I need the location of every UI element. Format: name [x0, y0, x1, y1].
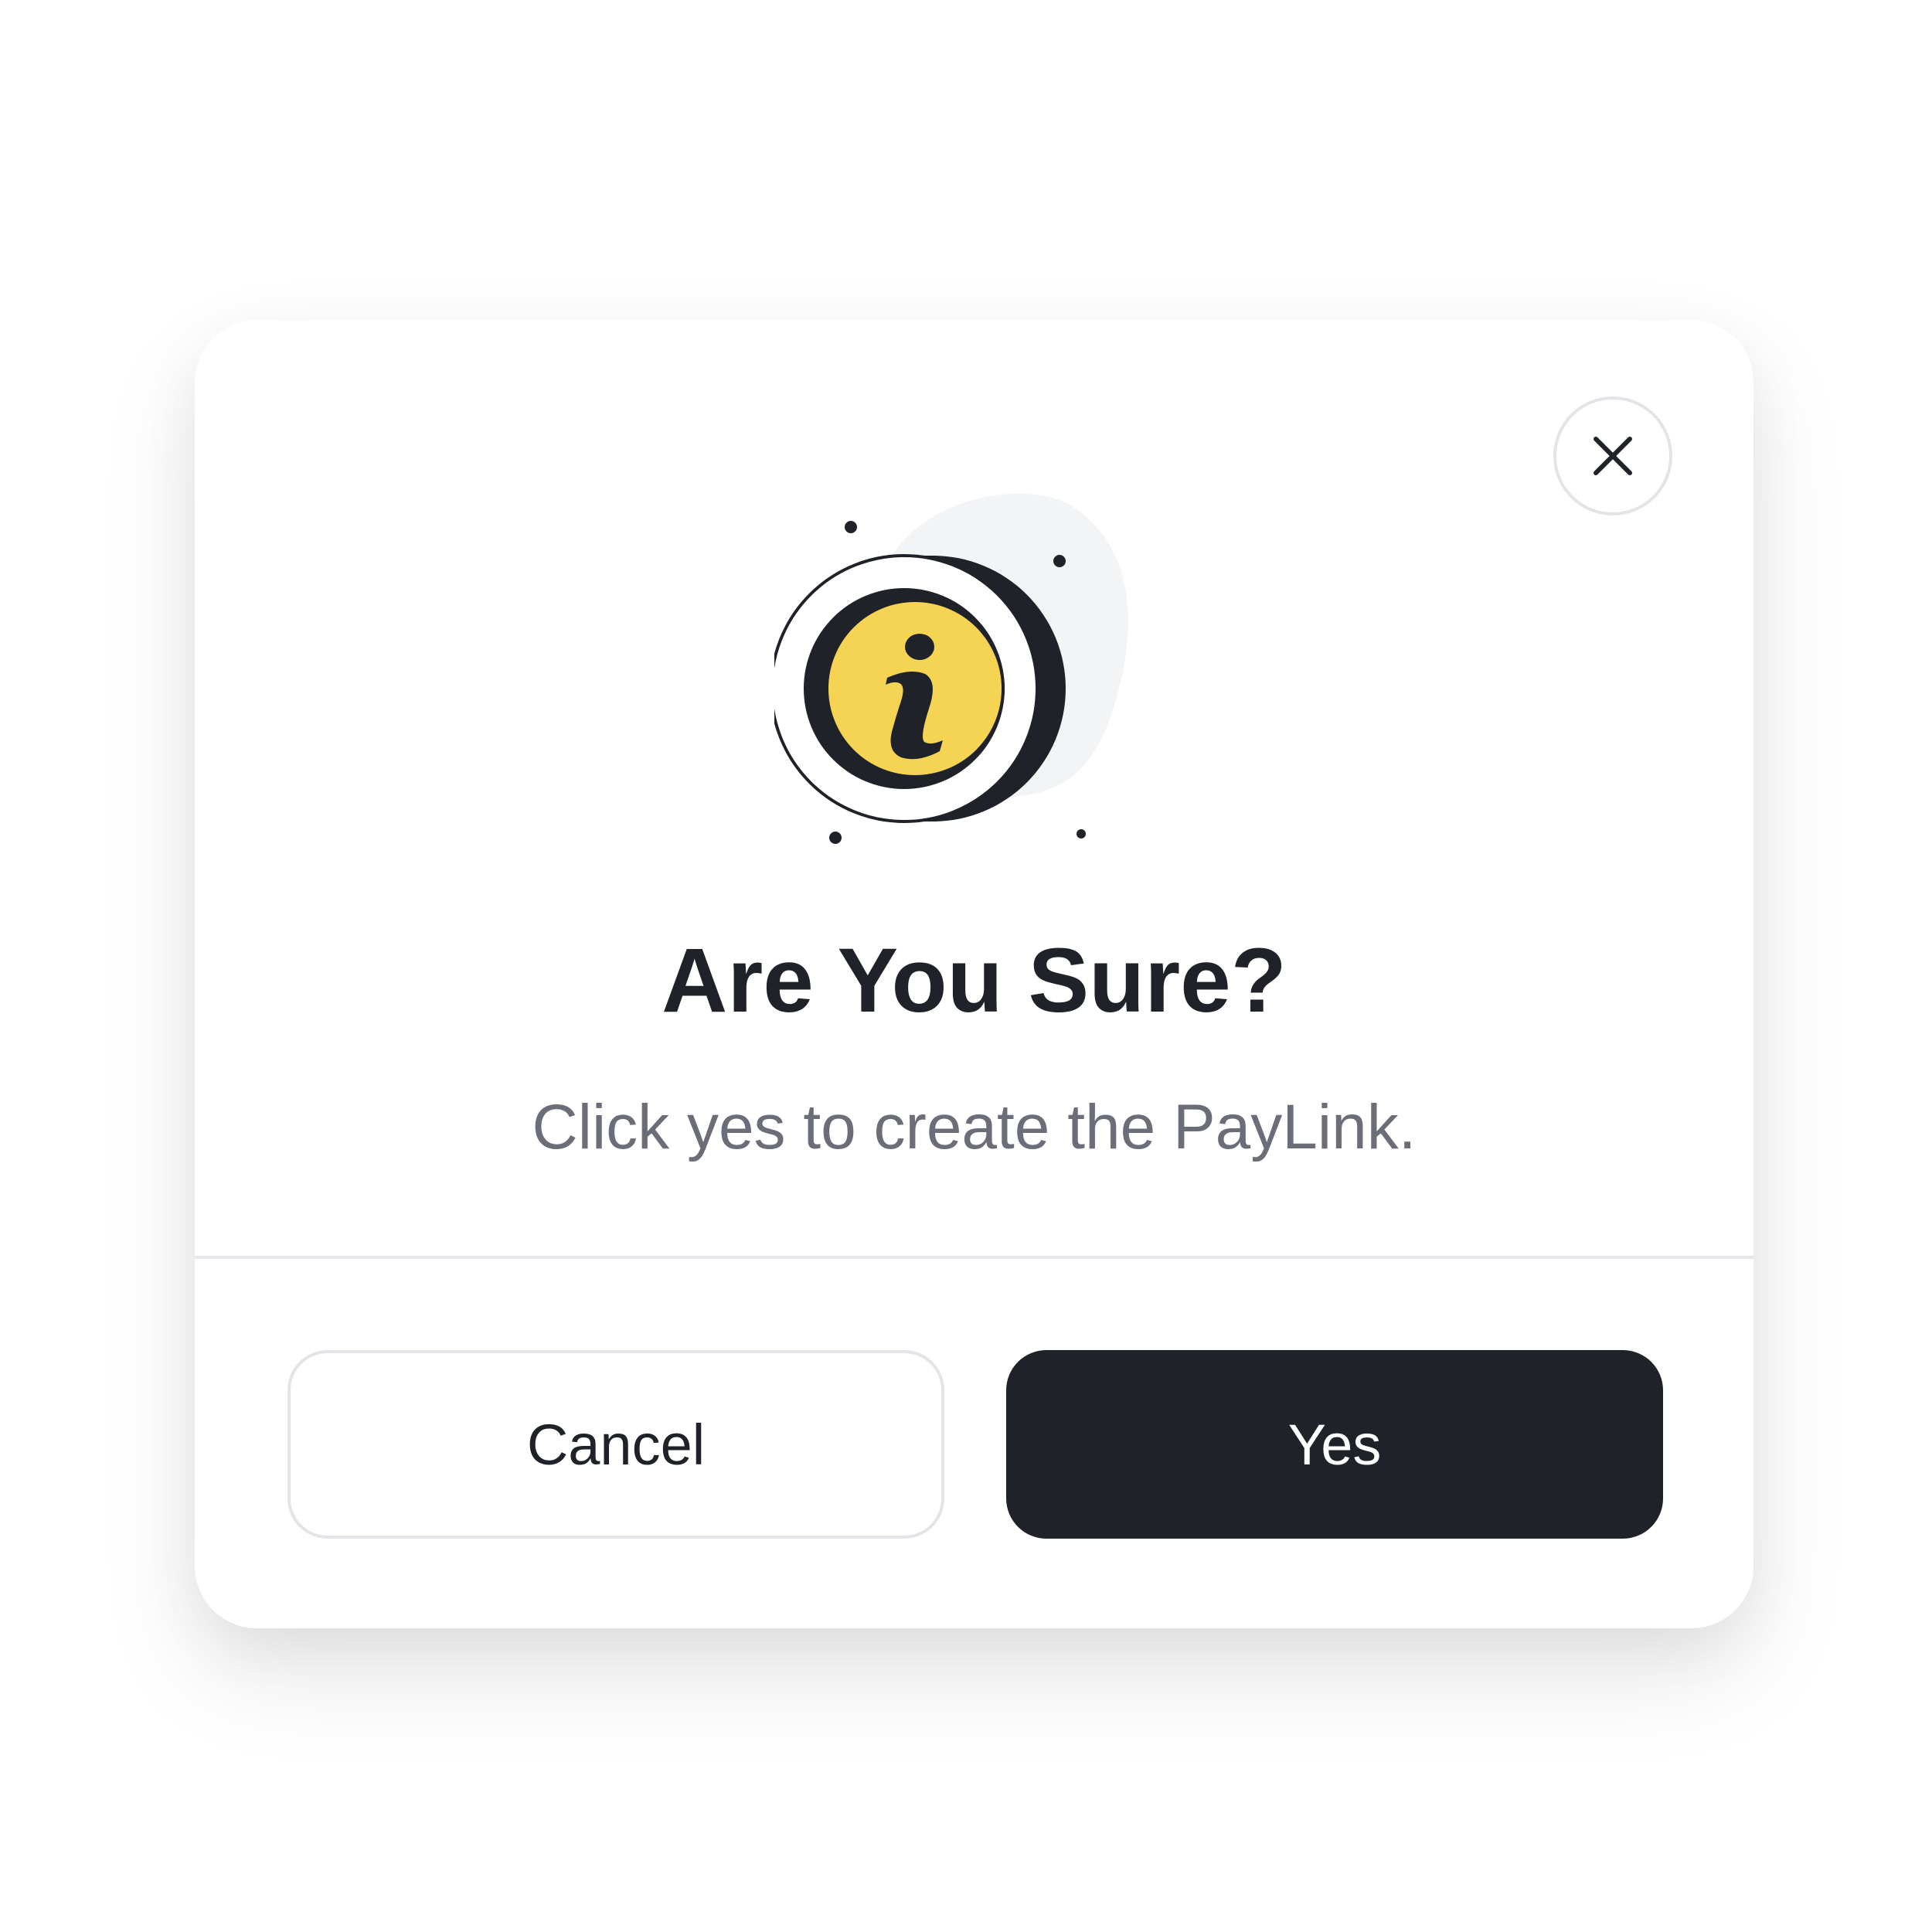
confirm-dialog: Are You Sure? Click yes to create the Pa…	[195, 320, 1753, 1628]
yes-button-label: Yes	[1287, 1412, 1382, 1477]
decor-dot	[845, 521, 857, 533]
yes-button[interactable]: Yes	[1006, 1350, 1663, 1539]
decor-dot	[1053, 555, 1066, 567]
cancel-button-label: Cancel	[526, 1412, 706, 1477]
dialog-title: Are You Sure?	[662, 930, 1287, 1032]
cancel-button[interactable]: Cancel	[287, 1350, 944, 1539]
info-icon	[774, 554, 1066, 823]
decor-dot	[1077, 829, 1086, 838]
close-icon	[1594, 437, 1632, 475]
info-illustration	[774, 493, 1128, 844]
close-button[interactable]	[1553, 396, 1672, 515]
screen: Are You Sure? Click yes to create the Pa…	[0, 0, 1932, 1932]
dialog-message: Click yes to create the PayLink.	[532, 1092, 1417, 1162]
divider	[195, 1256, 1753, 1259]
decor-dot	[829, 832, 842, 844]
